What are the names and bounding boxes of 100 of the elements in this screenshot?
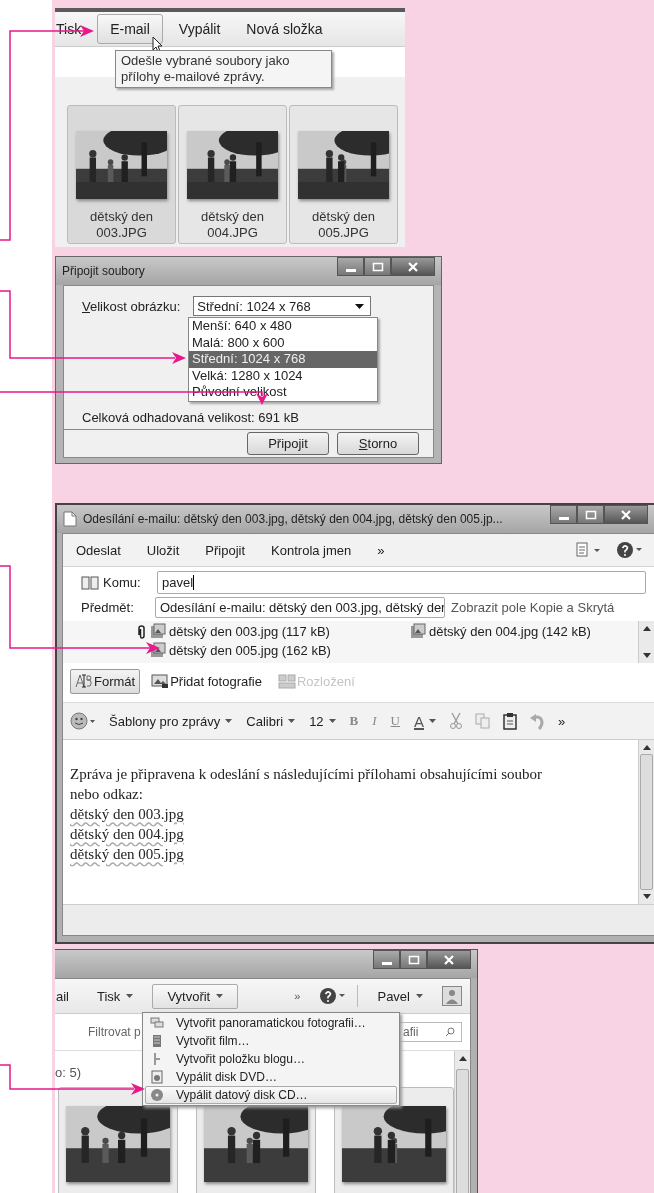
toolbar-button[interactable]: Vypálit xyxy=(168,15,231,43)
dropdown-option[interactable]: Menší: 640 x 480 xyxy=(189,318,377,335)
caret-icon xyxy=(429,719,436,723)
document-icon xyxy=(63,511,77,527)
help-icon[interactable] xyxy=(616,541,644,559)
panorama-icon xyxy=(150,1016,164,1030)
help-icon[interactable] xyxy=(319,987,348,1005)
cursor-icon xyxy=(152,36,163,53)
menu-item[interactable]: Vypálit disk DVD… xyxy=(145,1068,397,1086)
scroll-up-icon[interactable] xyxy=(642,745,651,750)
toolbar-button[interactable]: Odeslat xyxy=(75,537,132,563)
scroll-down-icon[interactable] xyxy=(642,894,651,899)
toolbar-button[interactable]: Vytvořit xyxy=(152,983,239,1009)
user-icon[interactable] xyxy=(442,986,462,1006)
attachment-name[interactable]: dětský den 003.jpg (117 kB) xyxy=(169,623,330,639)
dropdown-option[interactable]: Velká: 1280 x 1024 xyxy=(189,367,377,384)
attachment-name[interactable]: dětský den 005.jpg (162 kB) xyxy=(169,642,331,658)
photo-tile[interactable]: dětský den 004.JPG xyxy=(178,105,287,244)
toolbar-button[interactable]: Připojit xyxy=(192,537,257,563)
film-icon xyxy=(150,1034,164,1048)
caret-icon xyxy=(225,719,233,723)
toolbar-button[interactable]: Nová složka xyxy=(236,15,333,43)
user-button[interactable]: Pavel xyxy=(368,984,432,1008)
scrollbar[interactable] xyxy=(638,740,654,904)
document-menu-icon[interactable] xyxy=(576,542,602,558)
dialog-button[interactable]: Storno xyxy=(337,432,419,455)
format-button[interactable]: Calibri xyxy=(245,712,297,730)
emoticon-icon[interactable] xyxy=(70,712,96,730)
scroll-up-icon[interactable] xyxy=(642,626,651,631)
estimated-size: Celková odhadovaná velikost: 691 kB xyxy=(82,410,299,425)
insert-button[interactable]: Formát xyxy=(70,669,141,694)
disc-icon xyxy=(150,1088,164,1102)
maximize-button[interactable] xyxy=(364,257,391,276)
file-name: dětský den 005.JPG xyxy=(311,209,376,241)
item-count: o: 5) xyxy=(55,1065,82,1082)
dialog-button[interactable]: Připojit xyxy=(247,432,329,455)
file-name: dětský den 004.JPG xyxy=(200,209,265,241)
maximize-button[interactable] xyxy=(400,950,427,969)
caret-icon xyxy=(216,994,224,998)
scroll-thumb[interactable] xyxy=(456,1069,469,1193)
show-cc-link[interactable]: Zobrazit pole Kopie a Skrytá xyxy=(451,600,615,615)
recipient-field[interactable]: pavel xyxy=(157,571,646,594)
image-file-icon xyxy=(410,623,426,639)
dvd-icon xyxy=(150,1070,164,1084)
maximize-icon xyxy=(584,509,597,520)
caret-icon xyxy=(126,994,134,998)
field-label: Předmět: xyxy=(81,600,135,615)
minimize-button[interactable] xyxy=(373,950,400,969)
toolbar-button[interactable]: Kontrola jmen xyxy=(258,537,363,563)
paste-icon[interactable] xyxy=(503,712,517,730)
scrollbar[interactable] xyxy=(454,1051,470,1193)
minimize-button[interactable] xyxy=(550,505,577,524)
close-icon xyxy=(620,509,632,520)
minimize-icon xyxy=(345,268,356,272)
attachment-name[interactable]: dětský den 004.jpg (142 kB) xyxy=(429,623,591,639)
insert-button[interactable]: Přidat fotografie xyxy=(146,669,267,694)
more-button[interactable]: » xyxy=(557,712,567,730)
photo-tile[interactable] xyxy=(334,1087,454,1193)
maximize-icon xyxy=(371,261,384,272)
address-book-icon[interactable] xyxy=(81,575,99,590)
format-button[interactable]: 12 xyxy=(308,712,337,730)
file-name: dětský den 003.JPG xyxy=(89,209,154,241)
window-title: Odesílání e-mailu: dětský den 003.jpg, dětský den 004.jpg, dětský den 005.jp... xyxy=(83,512,503,526)
search-icon xyxy=(445,1027,455,1037)
photo-tile[interactable]: dětský den 005.JPG xyxy=(289,105,398,244)
caret-icon xyxy=(328,719,336,723)
toolbar-button[interactable]: E-mail xyxy=(97,14,163,44)
message-text: Zpráva je připravena k odeslání s následujícími přílohami obsahujícími soubor nebo odkaz: xyxy=(70,765,543,804)
photo-tile[interactable] xyxy=(58,1087,178,1193)
toolbar-button[interactable]: Tisk xyxy=(88,984,143,1008)
toolbar-button[interactable]: Uložit xyxy=(133,537,191,563)
toolbar-button[interactable]: » xyxy=(364,537,396,563)
more-button[interactable]: » xyxy=(285,986,310,1006)
menu-item[interactable]: Vytvořit položku blogu… xyxy=(145,1050,397,1068)
format-button[interactable]: A xyxy=(413,711,437,731)
scroll-thumb[interactable] xyxy=(640,754,653,890)
paperclip-icon xyxy=(137,625,146,639)
layout-icon xyxy=(277,674,296,689)
dropdown-option[interactable]: Střední: 1024 x 768 xyxy=(189,351,377,368)
scroll-down-icon[interactable] xyxy=(642,653,651,658)
filter-label: Filtrovat p xyxy=(88,1025,141,1039)
minimize-button[interactable] xyxy=(337,257,364,276)
dropdown-option[interactable]: Malá: 800 x 600 xyxy=(189,334,377,351)
maximize-icon xyxy=(407,954,420,965)
maximize-button[interactable] xyxy=(577,505,604,524)
close-button[interactable] xyxy=(391,257,435,276)
tooltip: Odešle vybrané soubory jako přílohy e-mailové zprávy. xyxy=(115,50,332,88)
scrollbar[interactable] xyxy=(638,621,654,663)
size-dropdown[interactable]: Střední: 1024 x 768 xyxy=(193,296,372,316)
message-text: dětský den 004.jpg xyxy=(70,825,185,844)
format-icon xyxy=(75,674,93,689)
close-icon xyxy=(443,954,455,965)
close-button[interactable] xyxy=(427,950,471,969)
photo-tile[interactable]: dětský den 003.JPG xyxy=(67,105,176,244)
minimize-icon xyxy=(558,516,569,520)
toolbar-button[interactable]: ail xyxy=(55,984,78,1008)
scroll-up-icon[interactable] xyxy=(458,1056,467,1061)
format-button[interactable]: Šablony pro zprávy xyxy=(108,712,234,730)
close-button[interactable] xyxy=(604,505,648,524)
menu-item[interactable]: Vypálit datový disk CD… xyxy=(145,1086,397,1104)
